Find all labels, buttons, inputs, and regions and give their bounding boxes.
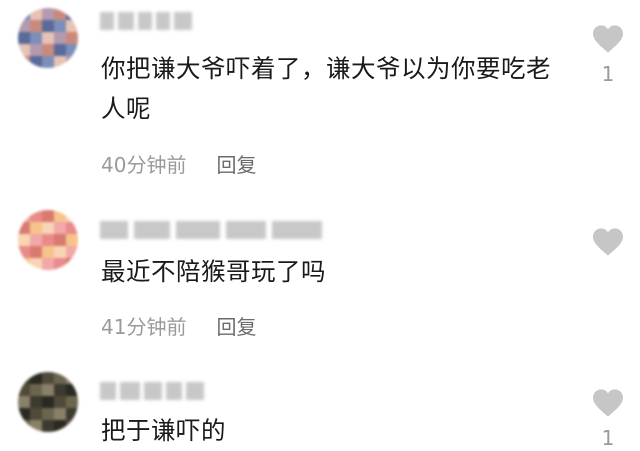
avatar-pixel bbox=[42, 258, 54, 270]
avatar-pixel bbox=[42, 372, 54, 384]
avatar[interactable] bbox=[18, 8, 78, 68]
avatar-pixel bbox=[42, 384, 54, 396]
avatar-pixel bbox=[30, 384, 42, 396]
avatar-pixel bbox=[66, 210, 78, 222]
avatar-pixel bbox=[66, 8, 78, 20]
avatar-pixel bbox=[66, 384, 78, 396]
avatar-pixel bbox=[30, 246, 42, 258]
avatar-pixel bbox=[42, 222, 54, 234]
avatar-pixel bbox=[42, 44, 54, 56]
avatar-pixel bbox=[42, 396, 54, 408]
avatar-pixel bbox=[66, 372, 78, 384]
comment-text: 把于谦吓的 bbox=[101, 416, 226, 445]
avatar-pixel bbox=[30, 20, 42, 32]
avatar-pixel bbox=[54, 44, 66, 56]
like-count: 1 bbox=[601, 62, 615, 86]
avatar[interactable] bbox=[18, 210, 78, 270]
avatar-pixel bbox=[42, 32, 54, 44]
avatar-pixel bbox=[54, 8, 66, 20]
avatar-pixel bbox=[30, 222, 42, 234]
avatar-pixel bbox=[18, 420, 30, 432]
username-blurred[interactable] bbox=[100, 221, 322, 239]
avatar-pixel bbox=[66, 222, 78, 234]
like-count: 1 bbox=[601, 426, 615, 450]
heart-icon bbox=[593, 389, 623, 417]
avatar-pixel bbox=[54, 20, 66, 32]
avatar-pixel bbox=[66, 246, 78, 258]
like-button[interactable] bbox=[588, 227, 628, 265]
avatar-pixel bbox=[18, 44, 30, 56]
avatar-pixel bbox=[66, 20, 78, 32]
heart-icon bbox=[593, 25, 623, 53]
comment-time: 40分钟前 bbox=[101, 153, 187, 177]
avatar-pixel bbox=[30, 32, 42, 44]
avatar-pixel bbox=[18, 8, 30, 20]
avatar-pixel bbox=[54, 372, 66, 384]
avatar-pixel bbox=[18, 32, 30, 44]
avatar-pixel bbox=[54, 222, 66, 234]
heart-icon bbox=[593, 228, 623, 256]
reply-button[interactable]: 回复 bbox=[216, 153, 256, 177]
avatar-pixel bbox=[54, 396, 66, 408]
avatar-pixel bbox=[66, 420, 78, 432]
avatar-pixel bbox=[30, 408, 42, 420]
avatar-pixel bbox=[42, 56, 54, 68]
avatar-pixel bbox=[18, 258, 30, 270]
like-button[interactable]: 1 bbox=[588, 24, 628, 86]
username-blurred[interactable] bbox=[100, 382, 204, 400]
avatar-pixel bbox=[54, 258, 66, 270]
avatar-pixel bbox=[30, 210, 42, 222]
comment-time: 41分钟前 bbox=[101, 315, 187, 339]
avatar-pixel bbox=[54, 210, 66, 222]
avatar-pixel bbox=[54, 408, 66, 420]
avatar-pixel bbox=[54, 56, 66, 68]
avatar-pixel bbox=[18, 234, 30, 246]
avatar-pixel bbox=[18, 408, 30, 420]
comment-text: 你把谦大爷吓着了，谦大爷以为你要吃老人呢 bbox=[101, 54, 551, 123]
avatar-pixel bbox=[18, 222, 30, 234]
avatar-pixel bbox=[18, 396, 30, 408]
like-button[interactable]: 1 bbox=[588, 388, 628, 450]
avatar-pixel bbox=[42, 210, 54, 222]
avatar-pixel bbox=[54, 420, 66, 432]
avatar-pixel bbox=[30, 8, 42, 20]
comment-meta: 41分钟前 回复 bbox=[101, 311, 256, 340]
avatar-pixel bbox=[54, 246, 66, 258]
avatar-pixel bbox=[42, 408, 54, 420]
avatar-pixel bbox=[30, 258, 42, 270]
avatar-pixel bbox=[66, 258, 78, 270]
avatar-pixel bbox=[18, 210, 30, 222]
avatar[interactable] bbox=[18, 372, 78, 432]
avatar-pixel bbox=[30, 372, 42, 384]
avatar-pixel bbox=[54, 234, 66, 246]
avatar-pixel bbox=[42, 420, 54, 432]
avatar-pixel bbox=[66, 56, 78, 68]
comment-meta: 40分钟前 回复 bbox=[101, 149, 256, 178]
avatar-pixel bbox=[66, 234, 78, 246]
username-blurred[interactable] bbox=[100, 12, 192, 30]
avatar-pixel bbox=[54, 32, 66, 44]
avatar-pixel bbox=[18, 246, 30, 258]
avatar-pixel bbox=[54, 384, 66, 396]
avatar-pixel bbox=[18, 56, 30, 68]
avatar-pixel bbox=[42, 246, 54, 258]
avatar-pixel bbox=[30, 420, 42, 432]
avatar-pixel bbox=[42, 8, 54, 20]
avatar-pixel bbox=[66, 408, 78, 420]
comment-text: 最近不陪猴哥玩了吗 bbox=[101, 257, 326, 286]
avatar-pixel bbox=[18, 384, 30, 396]
avatar-pixel bbox=[66, 396, 78, 408]
avatar-pixel bbox=[66, 32, 78, 44]
avatar-pixel bbox=[42, 234, 54, 246]
avatar-pixel bbox=[42, 20, 54, 32]
avatar-pixel bbox=[18, 372, 30, 384]
avatar-pixel bbox=[30, 44, 42, 56]
avatar-pixel bbox=[30, 396, 42, 408]
avatar-pixel bbox=[18, 20, 30, 32]
reply-button[interactable]: 回复 bbox=[216, 315, 256, 339]
avatar-pixel bbox=[66, 44, 78, 56]
avatar-pixel bbox=[30, 56, 42, 68]
avatar-pixel bbox=[30, 234, 42, 246]
